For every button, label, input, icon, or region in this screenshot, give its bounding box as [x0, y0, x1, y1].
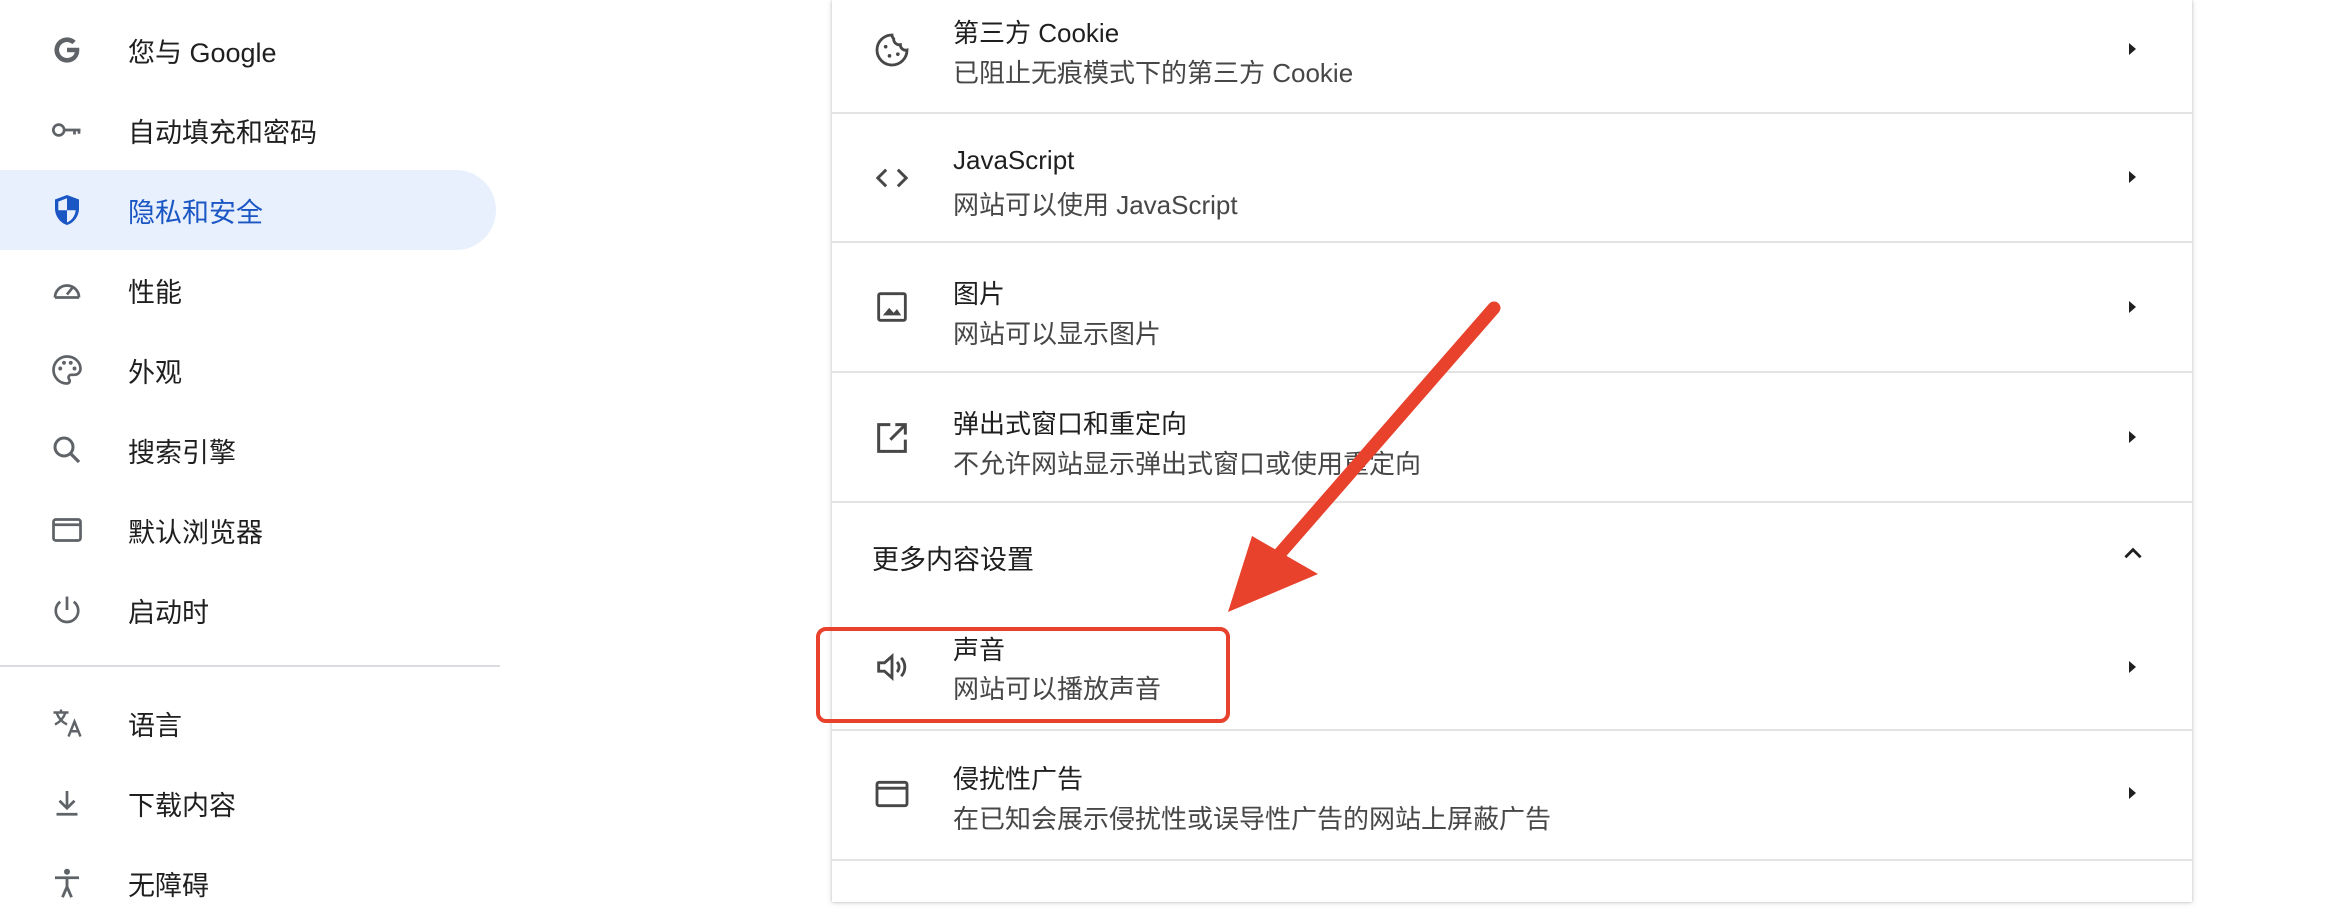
- row-subtitle: 网站可以播放声音: [953, 674, 1162, 704]
- row-subtitle: 已阻止无痕模式下的第三方 Cookie: [953, 58, 1354, 88]
- sidebar-item-search-engine[interactable]: 搜索引擎: [0, 410, 496, 490]
- shield-icon: [49, 192, 85, 228]
- intrusive-ads-row[interactable]: 侵扰性广告 在已知会展示侵扰性或误导性广告的网站上屏蔽广告: [832, 731, 2192, 861]
- sidebar-item-label: 性能: [128, 277, 182, 308]
- accessibility-icon: [49, 865, 85, 901]
- row-title: JavaScript: [953, 145, 1075, 175]
- row-title: 侵扰性广告: [953, 764, 1084, 794]
- sidebar-item-privacy[interactable]: 隐私和安全: [0, 170, 496, 250]
- row-subtitle: 在已知会展示侵扰性或误导性广告的网站上屏蔽广告: [953, 804, 1552, 834]
- sidebar-item-label: 自动填充和密码: [128, 117, 317, 148]
- third-party-cookies-row[interactable]: 第三方 Cookie 已阻止无痕模式下的第三方 Cookie: [832, 0, 2192, 114]
- arrow-right-icon: [2129, 171, 2136, 183]
- image-icon: [872, 287, 912, 327]
- open-in-new-icon: [872, 418, 912, 458]
- ad-window-icon: [872, 774, 912, 814]
- row-title: 第三方 Cookie: [953, 18, 1120, 48]
- sidebar-item-appearance[interactable]: 外观: [0, 330, 496, 410]
- sidebar-item-label: 默认浏览器: [128, 517, 263, 548]
- sidebar-divider: [0, 665, 500, 667]
- row-subtitle: 网站可以使用 JavaScript: [953, 190, 1238, 220]
- sidebar-item-label: 语言: [128, 710, 182, 741]
- google-g-icon: [49, 32, 85, 68]
- section-header-label: 更多内容设置: [872, 545, 1034, 575]
- key-icon: [49, 112, 85, 148]
- cookie-icon: [872, 30, 912, 70]
- arrow-right-icon: [2129, 787, 2136, 799]
- row-title: 弹出式窗口和重定向: [953, 409, 1188, 439]
- search-icon: [49, 432, 85, 468]
- sidebar-item-label: 您与 Google: [128, 37, 277, 68]
- sidebar-item-accessibility[interactable]: 无障碍: [0, 843, 496, 923]
- volume-icon: [872, 647, 912, 687]
- sidebar-item-label: 无障碍: [128, 870, 209, 901]
- download-icon: [49, 785, 85, 821]
- sidebar-item-you-and-google[interactable]: 您与 Google: [0, 10, 496, 90]
- sidebar-item-label: 下载内容: [128, 790, 236, 821]
- content-settings-card: 第三方 Cookie 已阻止无痕模式下的第三方 Cookie JavaScrip…: [832, 0, 2192, 902]
- javascript-row[interactable]: JavaScript 网站可以使用 JavaScript: [832, 113, 2192, 243]
- sidebar-item-autofill[interactable]: 自动填充和密码: [0, 90, 496, 170]
- translate-icon: [49, 705, 85, 741]
- row-title: 声音: [953, 635, 1006, 665]
- sidebar-item-label: 隐私和安全: [128, 197, 263, 228]
- sidebar-item-on-startup[interactable]: 启动时: [0, 570, 496, 650]
- sidebar-item-label: 搜索引擎: [128, 437, 236, 468]
- palette-icon: [49, 352, 85, 388]
- arrow-right-icon: [2129, 43, 2136, 55]
- chevron-up-icon: [2124, 547, 2142, 559]
- power-icon: [49, 592, 85, 628]
- images-row[interactable]: 图片 网站可以显示图片: [832, 243, 2192, 373]
- arrow-right-icon: [2129, 301, 2136, 313]
- sidebar-item-languages[interactable]: 语言: [0, 683, 496, 763]
- sidebar-item-label: 启动时: [128, 597, 209, 628]
- sound-row[interactable]: 声音 网站可以播放声音: [832, 605, 2192, 731]
- sidebar-item-performance[interactable]: 性能: [0, 250, 496, 330]
- sidebar-item-default-browser[interactable]: 默认浏览器: [0, 490, 496, 570]
- browser-window-icon: [49, 512, 85, 548]
- speedometer-icon: [49, 272, 85, 308]
- row-subtitle: 不允许网站显示弹出式窗口或使用重定向: [953, 449, 1422, 479]
- row-subtitle: 网站可以显示图片: [953, 319, 1162, 349]
- code-icon: [872, 158, 912, 198]
- settings-sidebar: 您与 Google 自动填充和密码 隐私和安全 性能 外观 搜索引擎 默认浏览器…: [0, 0, 500, 902]
- arrow-right-icon: [2129, 661, 2136, 673]
- sidebar-item-label: 外观: [128, 357, 182, 388]
- arrow-right-icon: [2129, 431, 2136, 443]
- sidebar-item-downloads[interactable]: 下载内容: [0, 763, 496, 843]
- more-content-settings-toggle[interactable]: 更多内容设置: [832, 503, 2192, 605]
- row-title: 图片: [953, 279, 1006, 309]
- popups-redirects-row[interactable]: 弹出式窗口和重定向 不允许网站显示弹出式窗口或使用重定向: [832, 373, 2192, 503]
